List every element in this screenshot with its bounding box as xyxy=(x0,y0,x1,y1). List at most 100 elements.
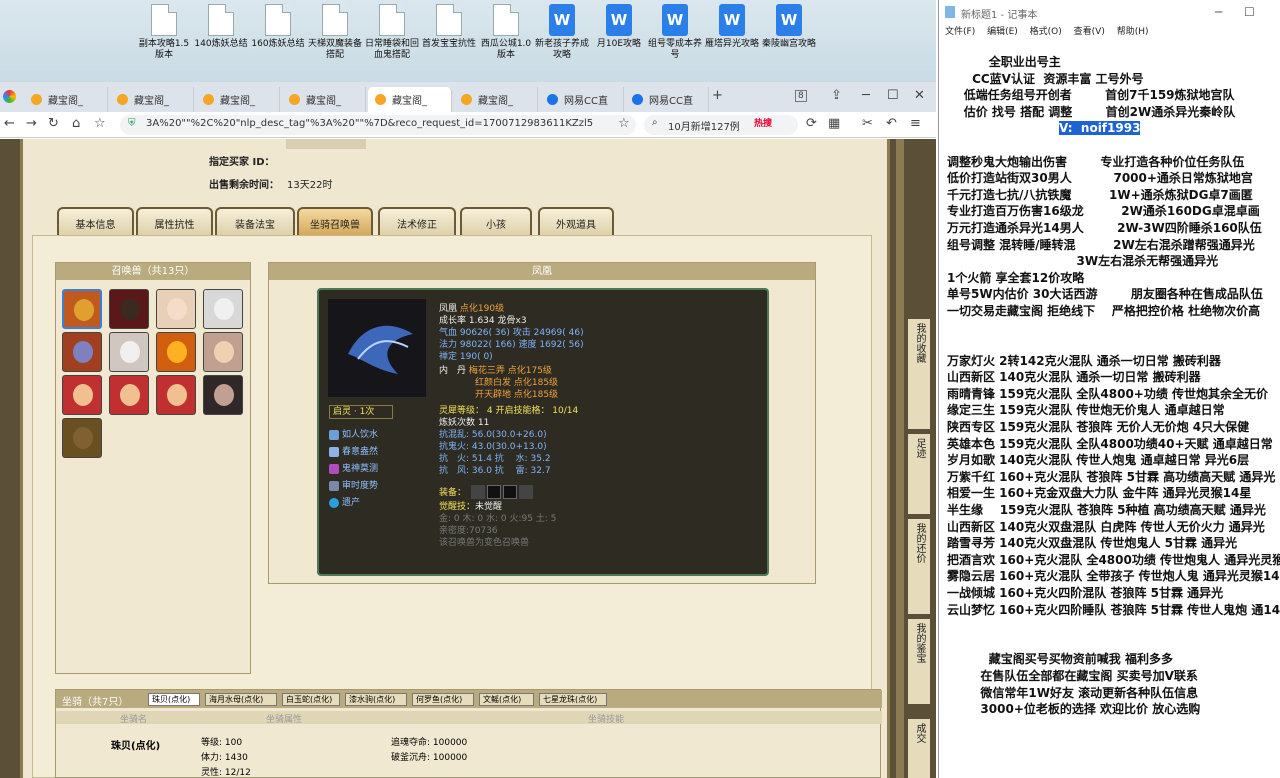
tab-5[interactable]: 小孩 xyxy=(460,207,532,235)
new-tab-icon[interactable]: + xyxy=(712,88,723,103)
menu-view[interactable]: 查看(V) xyxy=(1074,27,1105,37)
equip-slot-icon[interactable] xyxy=(503,485,517,499)
pet-thumbnail[interactable] xyxy=(109,332,149,372)
menu-file[interactable]: 文件(F) xyxy=(945,27,975,37)
buyer-id-field[interactable] xyxy=(286,139,366,149)
menu-help[interactable]: 帮助(H) xyxy=(1117,27,1149,37)
skill-legacy-icon xyxy=(329,497,339,508)
mount-tab[interactable]: 白玉蛇(点化) xyxy=(282,693,340,706)
browser-tab[interactable]: 藏宝阁_ xyxy=(196,87,280,112)
mount-tab[interactable]: 文鳐(点化) xyxy=(479,693,534,706)
browser-tab[interactable]: 藏宝阁_ xyxy=(282,87,366,112)
desktop-file-label: 天梯双魔装备搭配 xyxy=(307,39,362,60)
mount-title: 坐骑（共7只） xyxy=(62,697,129,708)
pet-thumbnail[interactable] xyxy=(62,332,102,372)
menu-icon[interactable]: ≡ xyxy=(910,116,921,131)
tab-3[interactable]: 坐骑召唤兽 xyxy=(297,207,373,235)
mount-tab[interactable]: 七星龙珠(点化) xyxy=(539,693,607,706)
skill-5[interactable]: 遗产 xyxy=(329,495,360,508)
equip-slot-icon[interactable] xyxy=(487,485,501,499)
desktop-file-icon[interactable]: 140炼妖总结 xyxy=(192,4,250,50)
equip-slot-icon[interactable] xyxy=(471,485,485,499)
grid-icon[interactable]: ▦ xyxy=(828,116,840,131)
bookmark-star-icon[interactable]: ☆ xyxy=(94,116,106,131)
desktop-file-label: 月10E攻略 xyxy=(596,39,642,49)
menu-format[interactable]: 格式(O) xyxy=(1030,27,1062,37)
pet-thumbnail[interactable] xyxy=(203,375,243,415)
equip-slot-icon[interactable] xyxy=(519,485,533,499)
mount-tab[interactable]: 珠贝(点化) xyxy=(148,693,200,706)
pet-thumbnail[interactable] xyxy=(109,289,149,329)
search-input[interactable]: ⌕ 10月新增127例 xyxy=(644,115,798,135)
desktop-file-icon[interactable]: W 雁塔异光攻略 xyxy=(703,4,761,50)
tab-1[interactable]: 属性抗性 xyxy=(136,207,213,235)
browser-tab[interactable]: 网易CC直 xyxy=(540,87,624,112)
mount-tab[interactable]: 何罗鱼(点化) xyxy=(412,693,474,706)
url-input[interactable]: ⛨ 3A%20""%2C%20"nlp_desc_tag"%3A%20""%7D… xyxy=(120,115,636,135)
tab-4[interactable]: 法术修正 xyxy=(378,207,456,235)
hot-search-label[interactable]: 热搜 xyxy=(754,116,772,129)
desktop-file-icon[interactable]: 首发宝宝抗性 xyxy=(420,4,478,50)
skill-4[interactable]: 审时度势 xyxy=(329,478,378,491)
maximize-icon[interactable]: ☐ xyxy=(887,88,899,103)
pet-thumbnail[interactable] xyxy=(156,375,196,415)
side-link-label: 足迹 xyxy=(914,438,925,458)
tab-count-badge[interactable]: 8 xyxy=(795,90,807,102)
skill-2[interactable]: 春意盎然 xyxy=(329,444,378,457)
pet-thumbnail[interactable] xyxy=(203,289,243,329)
pet-thumbnail[interactable] xyxy=(203,332,243,372)
tab-2[interactable]: 装备法宝 xyxy=(215,207,295,235)
selected-text[interactable]: V: noif1993 xyxy=(1059,121,1141,136)
side-link-bargain[interactable]: 我的还价 xyxy=(908,519,930,614)
mount-tab[interactable]: 海月水母(点化) xyxy=(205,693,277,706)
desktop-file-icon[interactable]: 西瓜公城1.0版本 xyxy=(477,4,535,61)
favorite-icon[interactable]: ☆ xyxy=(618,116,630,131)
back-icon[interactable]: ← xyxy=(4,116,15,131)
pet-thumbnail[interactable] xyxy=(156,332,196,372)
page-scrollbar[interactable] xyxy=(896,139,904,778)
pet-level: 点化190级 xyxy=(459,304,505,314)
desktop-file-icon[interactable]: W 组号零成本养号 xyxy=(646,4,704,61)
browser-tab[interactable]: 网易CC直 xyxy=(625,87,709,112)
desktop-file-icon[interactable]: W 秦陵幽宫攻略 xyxy=(760,4,818,50)
inner-core-3: 开天辟地 点化185级 xyxy=(475,390,559,400)
minimize-icon[interactable]: ─ xyxy=(1215,5,1222,19)
side-link-deals[interactable]: 成交 xyxy=(908,719,930,778)
pet-thumbnail[interactable] xyxy=(62,418,102,458)
pet-thumbnail[interactable] xyxy=(62,289,102,329)
close-icon[interactable]: ✕ xyxy=(914,88,925,103)
pet-thumbnail[interactable] xyxy=(156,289,196,329)
desktop-file-icon[interactable]: 副本攻略1.5版本 xyxy=(135,4,193,61)
cut-icon[interactable]: ✂ xyxy=(862,116,873,131)
tab-0[interactable]: 基本信息 xyxy=(57,207,134,235)
notepad-text-area[interactable]: 全职业出号主 CC蓝V认证 资源丰富 工号外号 低端任务组号开创者 首创7千15… xyxy=(947,54,1280,718)
tab-6[interactable]: 外观道具 xyxy=(538,207,614,235)
desktop-file-icon[interactable]: 160炼妖总结 xyxy=(249,4,307,50)
desktop-file-icon[interactable]: W 月10E攻略 xyxy=(590,4,648,50)
pin-icon[interactable]: ⇪ xyxy=(831,88,842,103)
skill-3[interactable]: 鬼神莫测 xyxy=(329,461,378,474)
desktop-file-icon[interactable]: 天梯双魔装备搭配 xyxy=(306,4,364,61)
browser-tab[interactable]: 藏宝阁_ xyxy=(24,87,108,112)
desktop-file-icon[interactable]: W 新老孩子养成攻略 xyxy=(533,4,591,61)
minimize-icon[interactable]: ─ xyxy=(862,88,870,103)
pet-thumbnail[interactable] xyxy=(109,375,149,415)
browser-tab[interactable]: 藏宝阁_ xyxy=(454,87,538,112)
maximize-icon[interactable]: ☐ xyxy=(1244,5,1255,19)
mount-tab[interactable]: 漆水驹(点化) xyxy=(345,693,407,706)
extension-icon[interactable]: ⟳ xyxy=(806,116,817,131)
side-link-appraisal[interactable]: 我的鉴宝 xyxy=(908,619,930,704)
menu-edit[interactable]: 编辑(E) xyxy=(987,27,1018,37)
browser-tab[interactable]: 藏宝阁_ xyxy=(110,87,194,112)
desktop-file-icon[interactable]: 日常睡袋和回血鬼搭配 xyxy=(363,4,421,61)
forward-icon[interactable]: → xyxy=(26,116,37,131)
side-link-footprints[interactable]: 足迹 xyxy=(908,434,930,514)
side-link-favorites[interactable]: 我的收藏 xyxy=(908,319,930,429)
refresh-icon[interactable]: ↻ xyxy=(48,116,59,131)
skill-1[interactable]: 如人饮水 xyxy=(329,427,378,440)
undo-icon[interactable]: ↶ xyxy=(886,116,897,131)
home-icon[interactable]: ⌂ xyxy=(72,116,80,131)
browser-tab[interactable]: 藏宝阁_ xyxy=(368,87,452,112)
notepad-line: 缘定三生 159克火混队 传世炮无价鬼人 通卓越日常 xyxy=(947,403,1225,418)
pet-thumbnail[interactable] xyxy=(62,375,102,415)
